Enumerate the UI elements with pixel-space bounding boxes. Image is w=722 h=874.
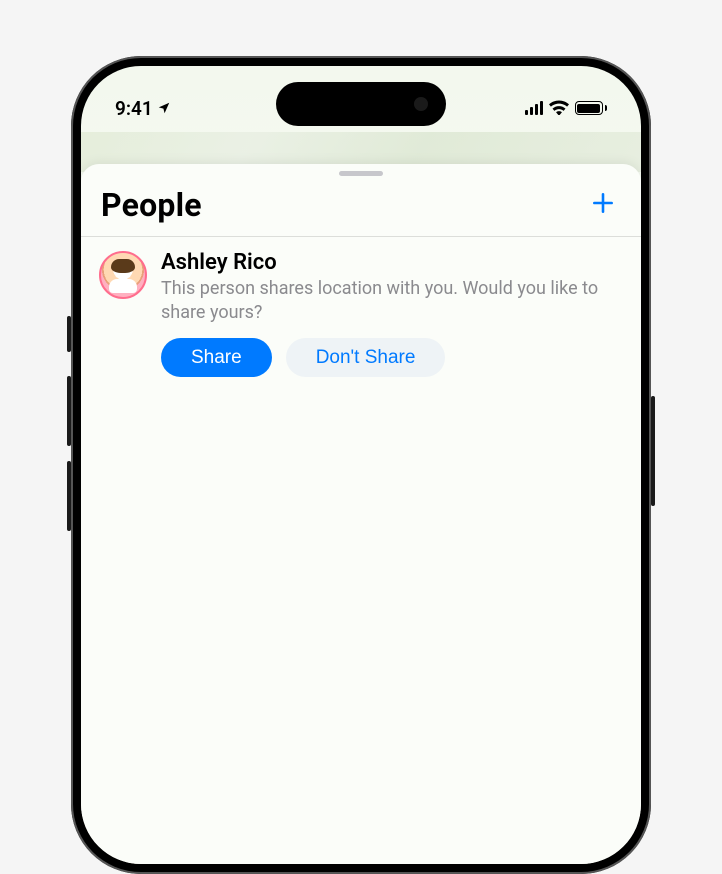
product-shot-frame: 9:41 P — [0, 0, 722, 874]
dynamic-island — [276, 82, 446, 126]
iphone-frame: 9:41 P — [71, 56, 651, 874]
sheet-title: People — [101, 186, 202, 224]
status-time: 9:41 — [115, 97, 153, 120]
person-message: This person shares location with you. Wo… — [161, 277, 623, 324]
phone-screen: 9:41 P — [81, 66, 641, 864]
dont-share-button[interactable]: Don't Share — [286, 338, 446, 377]
share-button[interactable]: Share — [161, 338, 272, 377]
plus-icon — [590, 187, 616, 224]
cellular-signal-icon — [525, 101, 543, 115]
volume-down-button — [67, 461, 71, 531]
location-services-icon — [157, 97, 171, 120]
power-button — [651, 396, 655, 506]
silent-switch — [67, 316, 71, 352]
person-row[interactable]: Ashley Rico This person shares location … — [81, 237, 641, 377]
person-name: Ashley Rico — [161, 251, 623, 275]
wifi-icon — [549, 97, 569, 120]
add-person-button[interactable] — [585, 187, 621, 223]
volume-up-button — [67, 376, 71, 446]
battery-icon — [575, 101, 608, 115]
people-sheet: People Ashley Rico This person shares lo… — [81, 164, 641, 864]
sheet-grabber[interactable] — [339, 171, 383, 176]
avatar — [99, 251, 147, 299]
